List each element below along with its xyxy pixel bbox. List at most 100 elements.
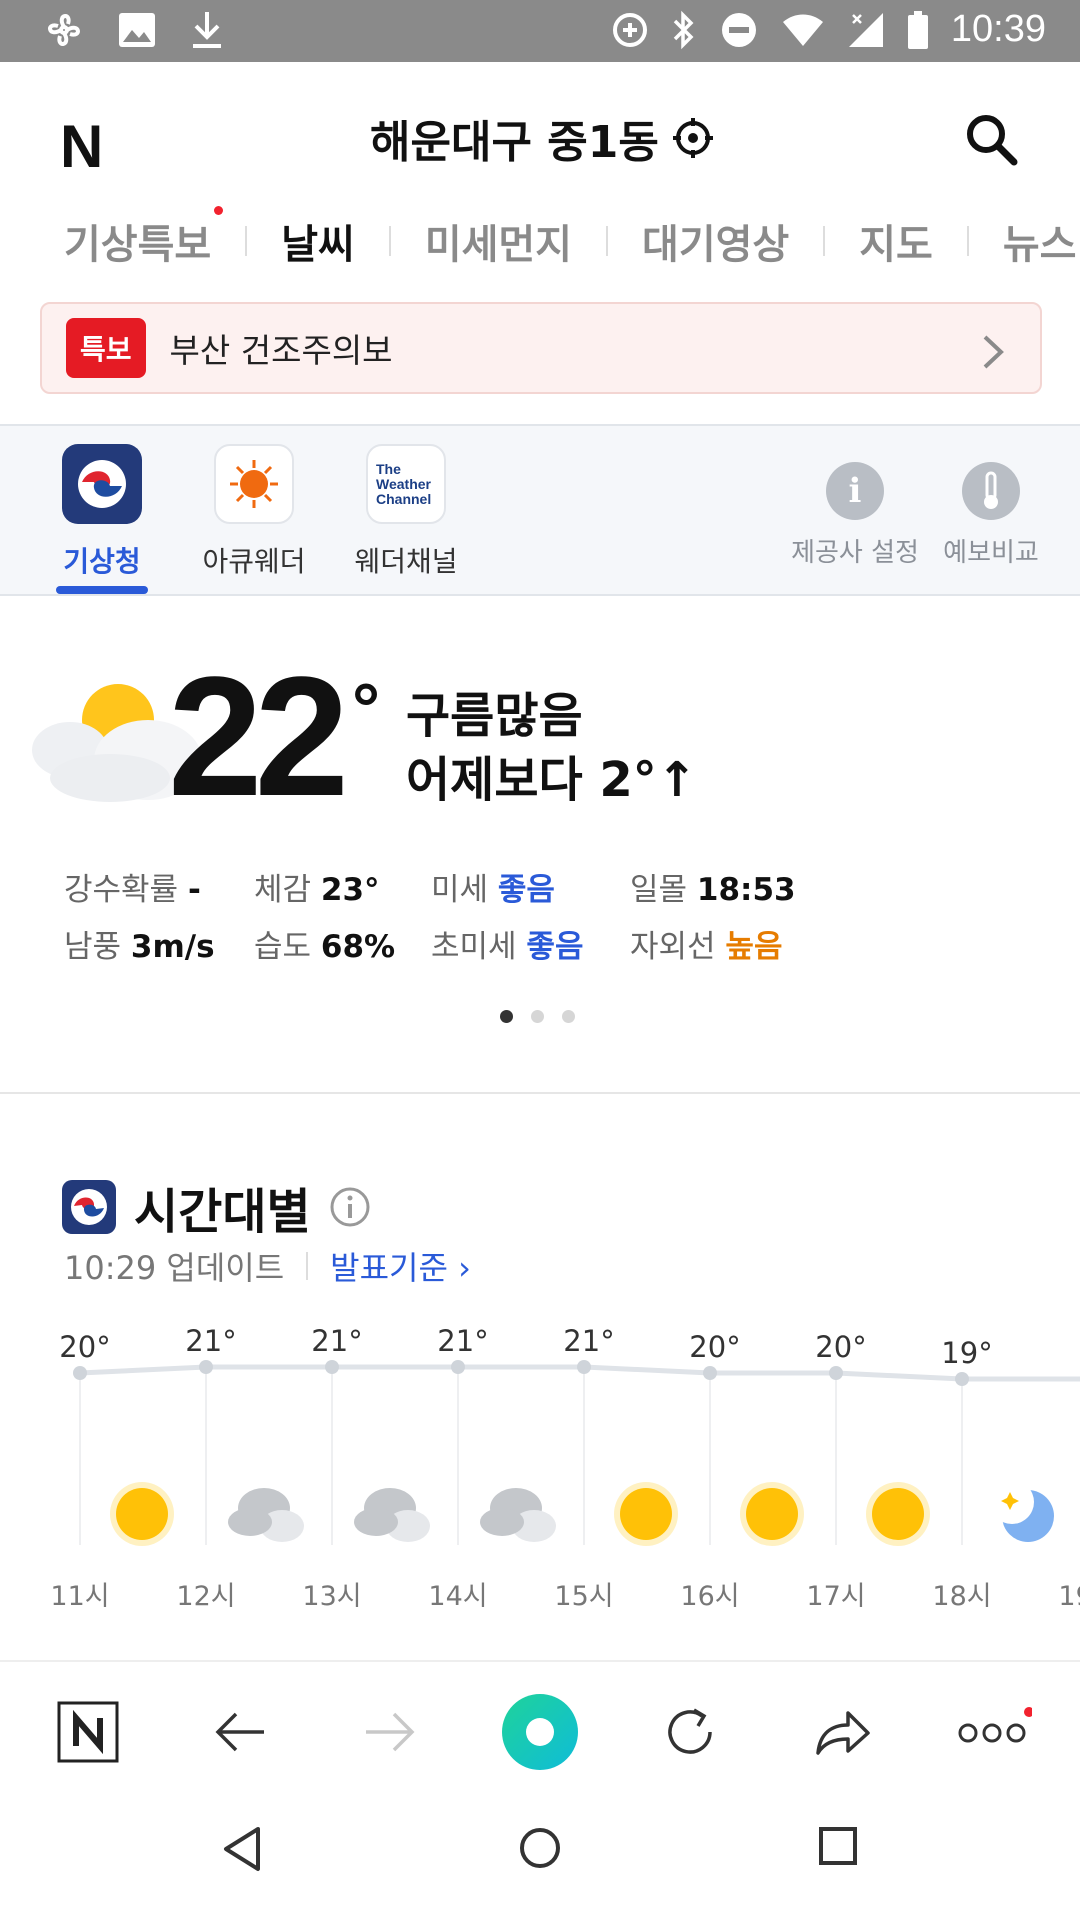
ultra-fine-dust[interactable]: 초미세 좋음: [431, 921, 583, 966]
provider-weather-channel[interactable]: The Weather Channel 웨더채널: [331, 444, 481, 580]
feels-like: 체감 23°: [254, 872, 380, 908]
fine-dust[interactable]: 미세 좋음: [431, 864, 555, 909]
temperature-point: [955, 1372, 969, 1386]
search-icon[interactable]: [964, 112, 1018, 166]
download-icon: [193, 12, 221, 48]
announcement-basis-link[interactable]: 발표기준 ›: [330, 1243, 471, 1289]
hour-label: 11시: [50, 1581, 109, 1612]
cloud-part: [480, 1508, 524, 1536]
degree-symbol: °: [352, 669, 380, 747]
naver-logo[interactable]: N: [60, 112, 103, 181]
forward-icon[interactable]: [350, 1692, 430, 1772]
crosshair-icon[interactable]: [671, 116, 715, 160]
green-dot-icon[interactable]: [500, 1692, 580, 1772]
cloud-part: [228, 1508, 272, 1536]
tab-separator: [388, 226, 391, 256]
weather-alert-banner[interactable]: 특보 부산 건조주의보: [40, 302, 1042, 394]
hour-label: 17시: [806, 1581, 865, 1612]
temperature-label: 20°: [59, 1330, 110, 1364]
wifi-icon: [782, 14, 823, 46]
forecast-compare-button[interactable]: 예보비교: [916, 462, 1066, 569]
image-icon: [119, 13, 155, 47]
section-divider: [0, 1092, 1080, 1094]
tab-separator: [606, 226, 609, 256]
fan-icon: [48, 14, 80, 46]
provider-accuweather[interactable]: 아큐웨더: [179, 444, 329, 580]
accuweather-logo-icon: [214, 444, 294, 524]
humidity: 습도 68%: [254, 929, 396, 965]
separator: [306, 1252, 309, 1280]
provider-settings-button[interactable]: i 제공사 설정: [780, 462, 930, 569]
battery-icon: [907, 10, 928, 49]
hourly-subheader: 10:29 업데이트 발표기준 ›: [64, 1243, 471, 1289]
alert-badge: 특보: [66, 318, 146, 378]
chevron-right-icon: [983, 335, 1004, 369]
temperature-label: 21°: [437, 1324, 488, 1358]
hour-label: 18시: [932, 1581, 991, 1612]
page-indicator: [500, 1010, 575, 1023]
info-icon: i: [826, 462, 884, 520]
current-temperature: 22: [168, 642, 349, 832]
temperature-label: 20°: [689, 1330, 740, 1364]
tab-separator: [245, 226, 248, 256]
hour-label: 13시: [302, 1581, 361, 1612]
condition-text: 구름많음: [406, 688, 583, 744]
alert-text: 부산 건조주의보: [169, 331, 393, 370]
info-icon[interactable]: [329, 1186, 371, 1228]
temperature-point: [325, 1360, 339, 1374]
dnd-icon: [721, 12, 756, 47]
naver-home-icon[interactable]: [48, 1692, 128, 1772]
page-dot: [562, 1010, 575, 1023]
tab-alerts[interactable]: 기상특보: [64, 206, 224, 270]
sun-icon: [620, 1488, 672, 1540]
back-triangle-icon[interactable]: [222, 1826, 262, 1872]
provider-kma[interactable]: 기상청: [27, 444, 177, 580]
kma-logo-icon: [62, 444, 142, 524]
hourly-header: 시간대별: [62, 1172, 371, 1242]
tab-separator: [823, 226, 826, 256]
hour-label: 14시: [428, 1581, 487, 1612]
sun-icon: [872, 1488, 924, 1540]
status-bar: 10:39: [0, 0, 1080, 62]
hour-label: 19시: [1058, 1581, 1080, 1612]
compare-yesterday: 어제보다 2°↑: [406, 752, 697, 808]
browser-bottom-nav: [0, 1660, 1080, 1796]
temperature-point: [703, 1366, 717, 1380]
weather-channel-logo-icon: The Weather Channel: [366, 444, 446, 524]
share-icon[interactable]: [802, 1692, 882, 1772]
page-dot-active: [500, 1010, 513, 1023]
temperature-point: [451, 1360, 465, 1374]
back-icon[interactable]: [200, 1692, 280, 1772]
tab-satellite[interactable]: 대기영상: [642, 212, 789, 270]
refresh-icon[interactable]: [650, 1692, 730, 1772]
provider-selector: 기상청 아큐웨더 The Weather Channel 웨더채널 i 제공사 …: [0, 424, 1080, 596]
provider-label: 기상청: [63, 545, 141, 578]
uv-index[interactable]: 자외선 높음: [630, 921, 782, 966]
recents-square-icon[interactable]: [818, 1826, 858, 1866]
thermometer-icon: [962, 462, 1020, 520]
tab-weather[interactable]: 날씨: [281, 212, 355, 270]
provider-label: 웨더채널: [354, 545, 458, 578]
tab-fine-dust[interactable]: 미세먼지: [425, 212, 572, 270]
update-time: 10:29 업데이트: [64, 1249, 285, 1287]
temperature-point: [577, 1360, 591, 1374]
temperature-label: 21°: [311, 1324, 362, 1358]
tab-news[interactable]: 뉴스: [1003, 212, 1077, 270]
more-icon[interactable]: [952, 1692, 1032, 1772]
hourly-chart[interactable]: 20° 11시 21° 12시 21° 13시 21° 14시 21° 15시 20° 16시 20° 1…: [0, 1300, 1080, 1630]
hour-label: 12시: [176, 1581, 235, 1612]
status-time: 10:39: [950, 8, 1046, 50]
location-name: 해운대구 중1동: [370, 117, 659, 168]
temperature-label: 20°: [815, 1330, 866, 1364]
weather-details: 강수확률 - 체감 23° 미세 좋음 일몰 18:53 남풍 3m/s 습도 …: [64, 858, 964, 972]
tab-map[interactable]: 지도: [859, 212, 933, 270]
temperature-label: 19°: [941, 1336, 992, 1370]
hour-label: 15시: [554, 1581, 613, 1612]
home-circle-icon[interactable]: [518, 1826, 562, 1870]
tab-separator: [966, 226, 969, 256]
wind: 남풍 3m/s: [64, 929, 215, 965]
new-dot: [214, 206, 224, 215]
location-selector[interactable]: 해운대구 중1동: [370, 106, 715, 170]
sunset: 일몰 18:53: [630, 872, 796, 908]
top-header: N 해운대구 중1동: [0, 62, 1080, 214]
